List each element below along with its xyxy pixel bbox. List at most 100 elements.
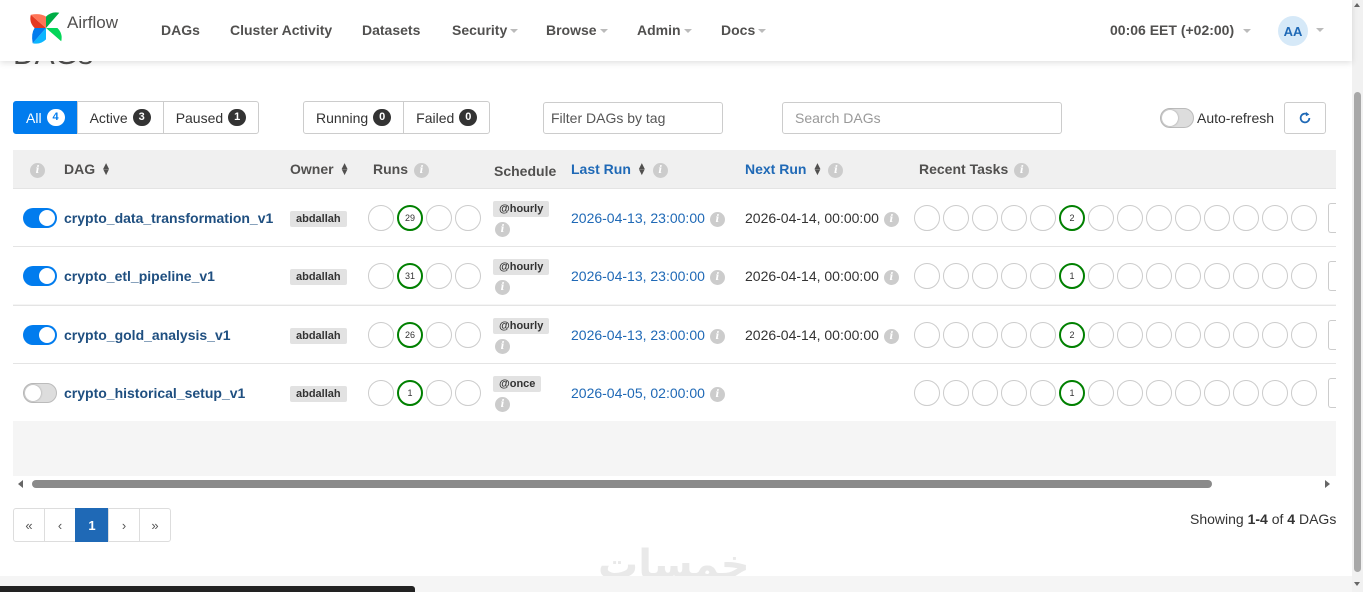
page-current-button[interactable]: 1 [75,508,109,542]
nav-datasets[interactable]: Datasets [362,22,420,38]
task-status-empty[interactable] [914,322,940,348]
run-status-empty[interactable] [426,263,452,289]
dag-pause-toggle[interactable] [23,383,57,403]
tag-filter-input[interactable] [543,102,723,134]
task-status-empty[interactable] [1088,263,1114,289]
task-status-empty[interactable] [1204,263,1230,289]
run-status-success[interactable]: 1 [397,380,423,406]
task-status-success[interactable]: 2 [1059,205,1085,231]
task-status-empty[interactable] [1030,380,1056,406]
run-status-empty[interactable] [426,205,452,231]
schedule-badge[interactable]: @hourly [493,201,550,217]
owner-badge[interactable]: abdallah [290,211,347,227]
task-status-empty[interactable] [914,263,940,289]
nav-docs[interactable]: Docs [721,22,767,38]
info-icon[interactable]: i [709,328,725,344]
dag-pause-toggle[interactable] [23,325,57,345]
nav-cluster-activity[interactable]: Cluster Activity [230,22,332,38]
task-status-empty[interactable] [1175,322,1201,348]
task-status-empty[interactable] [1291,322,1317,348]
task-status-empty[interactable] [1146,263,1172,289]
task-status-empty[interactable] [1262,380,1288,406]
scroll-right-icon[interactable] [1325,480,1330,488]
info-icon[interactable]: i [709,211,725,227]
vertical-scrollbar[interactable] [1352,0,1363,592]
dag-id-link[interactable]: crypto_gold_analysis_v1 [64,327,231,343]
filter-failed-button[interactable]: Failed 0 [403,101,491,134]
task-status-empty[interactable] [1175,205,1201,231]
schedule-badge[interactable]: @once [493,376,542,392]
task-status-empty[interactable] [1030,205,1056,231]
task-status-empty[interactable] [1291,205,1317,231]
info-icon[interactable]: i [495,339,510,354]
run-status-empty[interactable] [368,205,394,231]
task-status-empty[interactable] [914,380,940,406]
header-dag[interactable]: DAG ▲ ▼ [64,161,111,178]
schedule-badge[interactable]: @hourly [493,259,550,275]
schedule-badge[interactable]: @hourly [493,318,550,334]
filter-active-button[interactable]: Active 3 [76,101,164,134]
task-status-empty[interactable] [1233,380,1259,406]
run-status-empty[interactable] [426,380,452,406]
run-status-success[interactable]: 31 [397,263,423,289]
task-status-empty[interactable] [1175,263,1201,289]
info-icon[interactable]: i [495,280,510,295]
run-status-empty[interactable] [368,263,394,289]
task-status-success[interactable]: 1 [1059,380,1085,406]
task-status-empty[interactable] [1146,205,1172,231]
task-status-empty[interactable] [1001,263,1027,289]
task-status-empty[interactable] [1001,380,1027,406]
owner-badge[interactable]: abdallah [290,328,347,344]
run-status-success[interactable]: 26 [397,322,423,348]
task-status-empty[interactable] [943,322,969,348]
dag-id-link[interactable]: crypto_historical_setup_v1 [64,385,245,401]
actions-button[interactable] [1328,203,1336,233]
filter-all-button[interactable]: All 4 [13,101,78,134]
task-status-success[interactable]: 2 [1059,322,1085,348]
actions-button[interactable] [1328,261,1336,291]
scroll-up-icon[interactable] [1354,3,1360,7]
task-status-empty[interactable] [1204,380,1230,406]
task-status-empty[interactable] [1117,205,1143,231]
task-status-empty[interactable] [943,263,969,289]
last-run-link[interactable]: 2026-04-05, 02:00:00 i [571,385,725,402]
task-status-empty[interactable] [1262,322,1288,348]
last-run-link[interactable]: 2026-04-13, 23:00:00 i [571,210,725,227]
owner-badge[interactable]: abdallah [290,386,347,402]
search-input[interactable] [782,102,1062,134]
dag-pause-toggle[interactable] [23,266,57,286]
last-run-link[interactable]: 2026-04-13, 23:00:00 i [571,268,725,285]
header-last-run[interactable]: Last Run ▲ ▼ i [571,161,668,178]
task-status-empty[interactable] [1001,322,1027,348]
task-status-empty[interactable] [1204,322,1230,348]
task-status-empty[interactable] [1088,380,1114,406]
timezone-clock[interactable]: 00:06 EET (+02:00) [1110,22,1252,38]
owner-badge[interactable]: abdallah [290,269,347,285]
task-status-empty[interactable] [1030,322,1056,348]
refresh-button[interactable] [1284,102,1326,134]
nav-admin[interactable]: Admin [637,22,692,38]
task-status-success[interactable]: 1 [1059,263,1085,289]
run-status-empty[interactable] [426,322,452,348]
info-icon[interactable]: i [883,328,899,344]
filter-running-button[interactable]: Running 0 [303,101,405,134]
info-icon[interactable]: i [709,386,725,402]
run-status-empty[interactable] [455,263,481,289]
task-status-empty[interactable] [1204,205,1230,231]
task-status-empty[interactable] [1262,263,1288,289]
dag-id-link[interactable]: crypto_etl_pipeline_v1 [64,268,215,284]
nav-dags[interactable]: DAGs [161,22,200,38]
user-avatar[interactable]: AA [1278,16,1308,46]
header-owner[interactable]: Owner ▲ ▼ [290,161,349,178]
run-status-empty[interactable] [368,380,394,406]
info-icon[interactable]: i [709,269,725,285]
task-status-empty[interactable] [1001,205,1027,231]
task-status-empty[interactable] [1088,322,1114,348]
task-status-empty[interactable] [1175,380,1201,406]
info-icon[interactable]: i [883,211,899,227]
page-last-button[interactable]: » [139,508,171,542]
task-status-empty[interactable] [1233,263,1259,289]
header-next-run[interactable]: Next Run ▲ ▼ i [745,161,844,178]
nav-browse[interactable]: Browse [546,22,608,38]
task-status-empty[interactable] [914,205,940,231]
